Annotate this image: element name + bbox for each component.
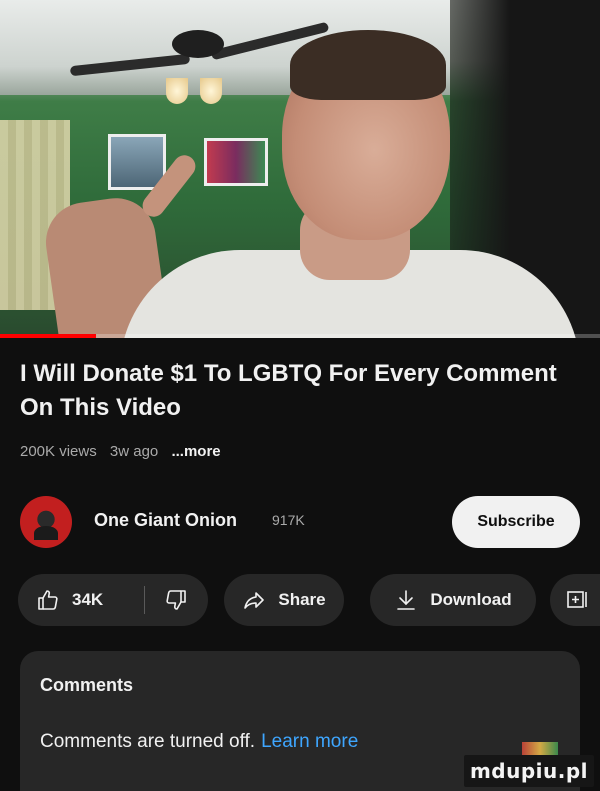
video-progress-fill <box>0 334 96 338</box>
dislike-button[interactable] <box>145 574 207 626</box>
channel-name[interactable]: One Giant Onion <box>94 510 237 531</box>
video-meta[interactable]: 200K views 3w ago ...more <box>20 443 230 460</box>
save-button[interactable] <box>550 574 600 626</box>
share-label: Share <box>278 590 326 609</box>
download-button[interactable]: Download <box>370 574 536 626</box>
wall-poster <box>204 138 268 186</box>
comments-disabled-message: Comments are turned off. Learn more <box>40 731 358 753</box>
subscribe-button[interactable]: Subscribe <box>452 496 580 548</box>
fan-lamp <box>166 78 188 104</box>
more-link[interactable]: ...more <box>171 443 220 460</box>
save-playlist-icon <box>566 588 592 612</box>
channel-avatar[interactable] <box>20 496 72 548</box>
person-hair <box>290 30 446 100</box>
download-label: Download <box>430 590 512 609</box>
watermark: mdupiu.pl <box>464 755 594 787</box>
video-player[interactable] <box>0 0 600 338</box>
like-count: 34K <box>72 590 104 609</box>
like-button[interactable]: 34K <box>18 574 144 626</box>
view-count: 200K views <box>20 443 97 460</box>
download-arrow-icon <box>394 588 418 612</box>
video-title[interactable]: I Will Donate $1 To LGBTQ For Every Comm… <box>20 357 580 425</box>
fan-lamp <box>200 78 222 104</box>
channel-row: One Giant Onion 917K Subscribe <box>20 496 580 548</box>
upload-age: 3w ago <box>109 443 159 460</box>
comments-disabled-text: Comments are turned off. <box>40 731 256 752</box>
like-dislike-pill: 34K <box>18 574 208 626</box>
thumbs-up-icon <box>36 588 60 612</box>
subscriber-count: 917K <box>272 512 305 528</box>
video-progress-bar[interactable] <box>0 334 600 338</box>
share-arrow-icon <box>242 588 266 612</box>
share-button[interactable]: Share <box>224 574 344 626</box>
ceiling-fan <box>172 30 224 58</box>
comments-heading: Comments <box>40 675 134 695</box>
thumbs-down-icon <box>164 588 188 612</box>
learn-more-link[interactable]: Learn more <box>261 731 358 752</box>
action-bar: 34K Share Download <box>18 574 600 626</box>
